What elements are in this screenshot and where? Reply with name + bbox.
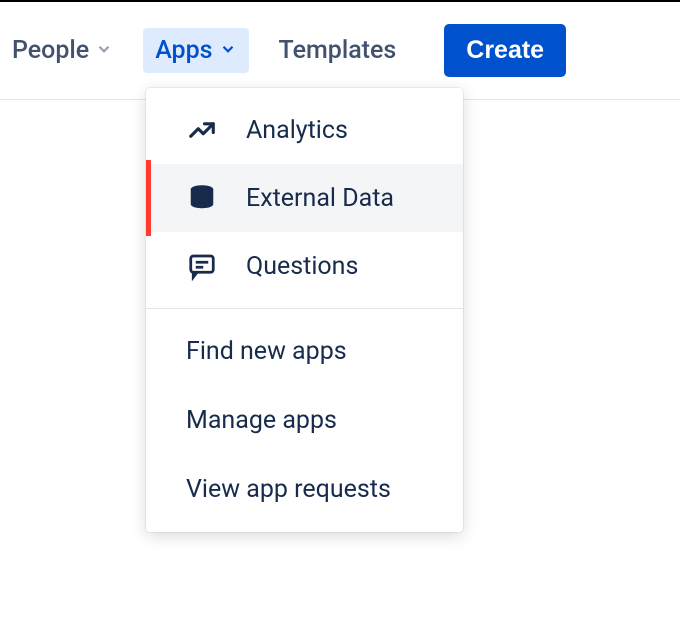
nav-label-people: People	[12, 36, 89, 65]
dropdown-label: External Data	[246, 184, 394, 213]
chevron-down-icon	[219, 36, 237, 65]
dropdown-item-analytics[interactable]: Analytics	[146, 96, 463, 164]
create-button[interactable]: Create	[444, 24, 566, 77]
nav-item-apps[interactable]: Apps	[143, 28, 248, 73]
dropdown-link-manage-apps[interactable]: Manage apps	[146, 386, 463, 455]
dropdown-label: Analytics	[246, 116, 348, 145]
chevron-down-icon	[95, 36, 113, 65]
dropdown-item-questions[interactable]: Questions	[146, 232, 463, 300]
dropdown-label: Questions	[246, 252, 358, 281]
dropdown-divider	[146, 308, 463, 309]
dropdown-link-find-apps[interactable]: Find new apps	[146, 317, 463, 386]
chart-icon	[186, 114, 218, 146]
nav-item-people[interactable]: People	[0, 28, 125, 73]
apps-dropdown-menu: Analytics External Data Questions Find n…	[146, 88, 463, 532]
database-icon	[186, 182, 218, 214]
nav-label-apps: Apps	[155, 36, 212, 65]
nav-label-templates: Templates	[279, 36, 397, 65]
top-nav-bar: People Apps Templates Create	[0, 2, 680, 100]
dropdown-link-view-requests[interactable]: View app requests	[146, 455, 463, 524]
dropdown-item-external-data[interactable]: External Data	[146, 164, 463, 232]
chat-icon	[186, 250, 218, 282]
nav-item-templates[interactable]: Templates	[267, 28, 409, 73]
